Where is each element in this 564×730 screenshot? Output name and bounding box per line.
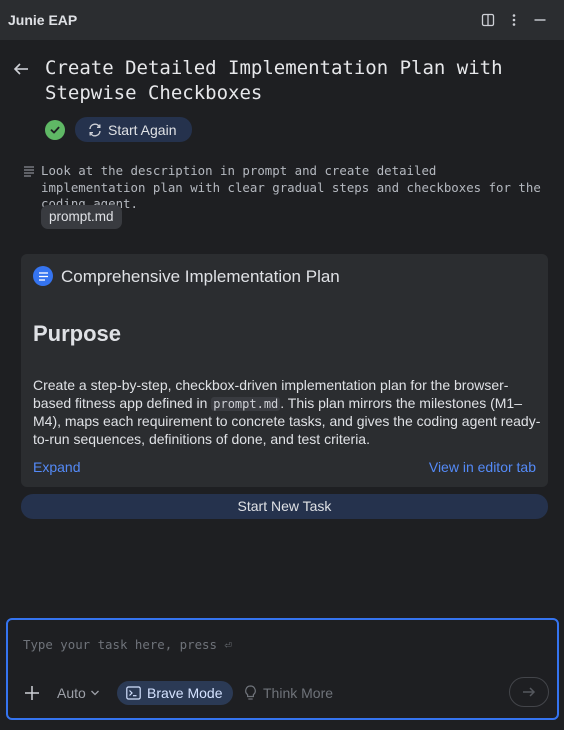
chevron-down-icon xyxy=(90,688,100,698)
think-more-label: Think More xyxy=(263,685,334,701)
lightbulb-icon xyxy=(244,685,257,701)
expand-link[interactable]: Expand xyxy=(33,459,80,475)
split-panel-icon[interactable] xyxy=(478,10,498,30)
check-circle-icon xyxy=(45,120,65,140)
prompt-lines-icon xyxy=(23,164,35,177)
app-title: Junie EAP xyxy=(8,12,78,28)
plan-title: Comprehensive Implementation Plan xyxy=(61,267,340,286)
more-vertical-icon[interactable] xyxy=(504,10,524,30)
minimize-icon[interactable] xyxy=(530,10,550,30)
model-select-value: Auto xyxy=(57,685,86,701)
model-select[interactable]: Auto xyxy=(57,683,100,703)
task-input[interactable] xyxy=(23,634,543,654)
send-arrow-icon[interactable] xyxy=(509,677,549,707)
add-icon[interactable] xyxy=(22,683,42,703)
brave-mode-label: Brave Mode xyxy=(147,685,223,701)
back-arrow-icon[interactable] xyxy=(10,58,32,80)
task-composer: Auto Brave Mode Think More xyxy=(6,618,559,720)
brave-mode-toggle[interactable]: Brave Mode xyxy=(117,681,233,705)
attachment-chip[interactable]: prompt.md xyxy=(41,205,122,229)
start-again-button[interactable]: Start Again xyxy=(75,117,192,142)
start-new-task-button[interactable]: Start New Task xyxy=(21,494,548,519)
plan-code-filename: prompt.md xyxy=(211,396,281,411)
think-more-toggle[interactable]: Think More xyxy=(244,681,333,705)
title-bar: Junie EAP xyxy=(0,0,564,41)
plan-card: Comprehensive Implementation Plan Purpos… xyxy=(21,254,548,487)
plan-heading: Purpose xyxy=(33,321,122,346)
document-icon xyxy=(33,266,53,286)
task-title: Create Detailed Implementation Plan with… xyxy=(45,57,503,104)
refresh-icon xyxy=(87,122,103,138)
terminal-icon xyxy=(126,686,141,700)
start-again-label: Start Again xyxy=(108,121,177,138)
view-in-editor-link[interactable]: View in editor tab xyxy=(429,459,536,475)
plan-body: Create a step-by-step, checkbox-driven i… xyxy=(33,377,541,448)
